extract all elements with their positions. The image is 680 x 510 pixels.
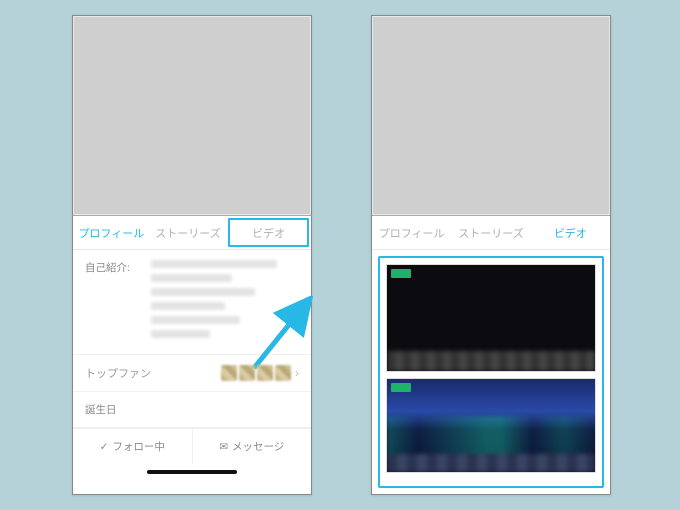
video-thumbnail[interactable] xyxy=(386,378,596,473)
bio-section: 自己紹介: xyxy=(73,250,311,355)
phone-left: プロフィール ストーリーズ ビデオ 自己紹介: xyxy=(72,15,312,495)
bio-label: 自己紹介: xyxy=(85,260,141,275)
tab-profile[interactable]: プロフィール xyxy=(73,216,150,249)
profile-hero-image xyxy=(372,16,610,216)
topfan-row[interactable]: トップファン › xyxy=(73,355,311,392)
tab-profile[interactable]: プロフィール xyxy=(372,216,451,249)
message-label: メッセージ xyxy=(232,439,284,454)
avatar xyxy=(257,365,273,381)
topfan-label: トップファン xyxy=(85,365,151,381)
profile-actions: ✓ フォロー中 ✉ メッセージ xyxy=(73,428,311,464)
tab-stories[interactable]: ストーリーズ xyxy=(451,216,530,249)
tab-video[interactable]: ビデオ xyxy=(531,216,610,249)
home-indicator xyxy=(147,470,237,474)
video-thumbnail[interactable] xyxy=(386,264,596,372)
video-grid xyxy=(378,256,604,488)
profile-content: 自己紹介: トップファン › xyxy=(73,250,311,494)
profile-hero-image xyxy=(73,16,311,216)
follow-button[interactable]: ✓ フォロー中 xyxy=(73,429,193,464)
follow-label: フォロー中 xyxy=(112,439,165,454)
profile-tabs: プロフィール ストーリーズ ビデオ xyxy=(73,216,311,250)
birthday-row: 誕生日 xyxy=(73,392,311,428)
message-button[interactable]: ✉ メッセージ xyxy=(193,429,312,464)
live-badge-icon xyxy=(391,269,411,278)
bio-text-redacted xyxy=(151,260,299,344)
avatar xyxy=(275,365,291,381)
avatar xyxy=(221,365,237,381)
birthday-label: 誕生日 xyxy=(85,404,117,416)
tab-video[interactable]: ビデオ xyxy=(228,218,309,247)
check-icon: ✓ xyxy=(100,441,109,453)
chevron-right-icon: › xyxy=(295,366,299,380)
avatar xyxy=(239,365,255,381)
tab-stories[interactable]: ストーリーズ xyxy=(150,216,227,249)
profile-tabs: プロフィール ストーリーズ ビデオ xyxy=(372,216,610,250)
live-badge-icon xyxy=(391,383,411,392)
phone-right: プロフィール ストーリーズ ビデオ xyxy=(371,15,611,495)
topfan-avatars xyxy=(221,365,291,381)
message-icon: ✉ xyxy=(219,441,228,453)
